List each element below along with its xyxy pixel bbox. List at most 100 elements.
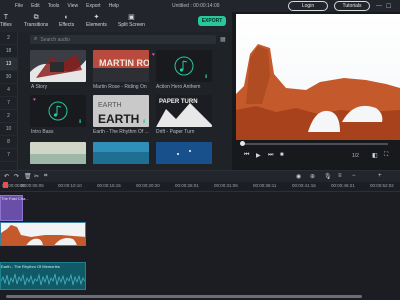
step-back-icon[interactable]: ⏮ xyxy=(244,152,249,159)
category-item[interactable]: 8 xyxy=(0,136,17,149)
stop-icon[interactable]: ■ xyxy=(280,152,284,158)
tab-effects[interactable]: ◐ Effects xyxy=(59,14,74,28)
transitions-icon: ⧉ xyxy=(33,14,39,21)
search-box: ⌕ xyxy=(30,35,216,44)
category-item[interactable]: 4 xyxy=(0,84,17,97)
audio-thumb[interactable] xyxy=(156,142,212,164)
a-story-art xyxy=(30,50,86,82)
timeline-ruler[interactable]: 00:00:00:00 00:00:05:05 00:00:10:10 00:0… xyxy=(0,182,400,192)
category-item[interactable]: 2 xyxy=(0,32,17,45)
category-item[interactable]: 10 xyxy=(0,123,17,136)
minimize-icon[interactable]: — xyxy=(376,3,382,9)
tab-transitions[interactable]: ⧉ Transitions xyxy=(24,14,48,28)
ruler-tick: 00:00:41:16 xyxy=(292,183,316,188)
audio-thumb-a-story[interactable] xyxy=(30,50,86,82)
category-item[interactable]: 2 xyxy=(0,110,17,123)
render-icon[interactable]: ◉ xyxy=(296,173,301,180)
cut-icon[interactable]: ✂ xyxy=(34,173,39,180)
ruler-tick: 00:00:36:11 xyxy=(253,183,277,188)
earth-art: EARTH EARTH xyxy=(93,95,149,127)
category-item[interactable]: 18 xyxy=(0,45,17,58)
audio-thumb[interactable] xyxy=(30,142,86,164)
export-button[interactable]: EXPORT xyxy=(198,16,226,26)
redo-icon[interactable]: ↷ xyxy=(14,173,19,180)
tab-split-screen-label: Split Screen xyxy=(118,22,145,28)
timeline-toolbar: ↶ ↷ 🗑 ✂ ⌗ ◉ ⊕ 🎙 ≡ − + xyxy=(0,170,400,182)
favorite-icon[interactable]: ♥ xyxy=(33,97,38,103)
tutorials-button[interactable]: Tutorials xyxy=(334,1,370,11)
ruler-tick: 00:00:20:20 xyxy=(136,183,160,188)
timeline-scrollbar-thumb[interactable] xyxy=(6,295,362,298)
tab-titles[interactable]: T Titles xyxy=(0,14,12,28)
menu-help[interactable]: Help xyxy=(109,3,119,9)
marker-icon[interactable]: ⊕ xyxy=(310,173,315,180)
audio-thumb-drift[interactable]: PAPER TURN xyxy=(156,95,212,127)
audio-clip-label: Earth - The Rhythm Of Memories xyxy=(1,264,60,269)
audio-thumb-earth[interactable]: EARTH EARTH xyxy=(93,95,149,127)
svg-text:EARTH: EARTH xyxy=(98,102,122,109)
ruler-tick: 00:00:05:05 xyxy=(20,183,44,188)
thumb-art xyxy=(156,142,212,164)
audio-mixer-icon[interactable]: ≡ xyxy=(338,173,342,179)
tab-effects-label: Effects xyxy=(59,22,75,28)
menu-view[interactable]: View xyxy=(67,3,78,9)
menu-bar: File Edit Tools View Export Help Untitle… xyxy=(0,0,400,12)
search-icon: ⌕ xyxy=(34,36,38,42)
delete-icon[interactable]: 🗑 xyxy=(24,173,32,180)
ruler-tick: 00:00:26:01 xyxy=(175,183,199,188)
menu-file[interactable]: File xyxy=(15,3,23,9)
preview-frame xyxy=(236,14,400,140)
preview-playhead[interactable] xyxy=(240,141,245,146)
ruler-tick: 00:00:52:02 xyxy=(370,183,394,188)
download-icon[interactable]: ⬇ xyxy=(142,119,146,125)
maximize-icon[interactable]: ☐ xyxy=(386,3,391,10)
timeline-playhead[interactable] xyxy=(3,182,8,188)
menu-tools[interactable]: Tools xyxy=(48,3,60,9)
category-item[interactable]: 30 xyxy=(0,71,17,84)
title-clip-label: The Fast Cha... xyxy=(1,196,29,201)
svg-text:EARTH: EARTH xyxy=(98,112,139,126)
step-forward-icon[interactable]: ⏭ xyxy=(268,152,273,159)
zoom-out-icon[interactable]: − xyxy=(352,173,356,179)
tab-elements[interactable]: ✦ Elements xyxy=(86,14,107,28)
elements-icon: ✦ xyxy=(93,14,100,21)
zoom-in-icon[interactable]: + xyxy=(378,173,382,179)
category-item[interactable]: 7 xyxy=(0,97,17,110)
undo-icon[interactable]: ↶ xyxy=(4,173,9,180)
tab-split-screen[interactable]: ▣ Split Screen xyxy=(118,14,145,28)
tab-titles-label: Titles xyxy=(0,22,12,28)
download-icon[interactable]: ⬇ xyxy=(78,119,82,125)
page-indicator: 1/2 xyxy=(352,153,359,159)
category-item-selected[interactable]: 13 xyxy=(0,58,17,71)
search-input[interactable] xyxy=(40,36,191,43)
category-gutter: 2 18 13 30 4 7 2 10 8 7 xyxy=(0,32,18,170)
video-clip-filmstrip xyxy=(1,223,85,245)
drift-art: PAPER TURN xyxy=(156,95,212,127)
audio-thumb[interactable] xyxy=(93,142,149,164)
audio-title: Martin Rose - Riding On xyxy=(93,84,147,90)
tab-elements-label: Elements xyxy=(86,22,107,28)
martin-rose-art: MARTIN ROSE xyxy=(93,50,149,82)
audio-title: Intro Bass xyxy=(31,129,54,135)
login-button[interactable]: Login xyxy=(288,1,328,11)
menu-export[interactable]: Export xyxy=(86,3,100,9)
ruler-tick: 00:00:10:10 xyxy=(58,183,82,188)
download-icon[interactable]: ⬇ xyxy=(204,74,208,80)
crop-icon[interactable]: ⌗ xyxy=(44,173,47,180)
grid-view-icon[interactable]: ▦ xyxy=(220,36,226,43)
media-library: ⌕ ▦ A Story MARTIN ROSE ♥ Martin Rose - … xyxy=(18,32,232,170)
category-item[interactable]: 7 xyxy=(0,149,17,162)
fullscreen-icon[interactable]: ⛶ xyxy=(384,152,388,159)
preview-progress-track[interactable] xyxy=(242,143,388,145)
audio-title: Action Hero Anthem xyxy=(156,84,201,90)
tab-transitions-label: Transitions xyxy=(24,22,49,28)
titles-icon: T xyxy=(3,14,9,21)
audio-thumb-martin-rose[interactable]: MARTIN ROSE xyxy=(93,50,149,82)
play-icon[interactable]: ▶ xyxy=(256,152,261,159)
video-clip[interactable] xyxy=(0,222,86,246)
menu-edit[interactable]: Edit xyxy=(31,3,40,9)
voiceover-icon[interactable]: 🎙 xyxy=(324,173,332,180)
svg-text:MARTIN ROSE: MARTIN ROSE xyxy=(99,58,149,68)
thumb-art xyxy=(30,142,86,164)
snapshot-icon[interactable]: ◧ xyxy=(372,152,378,159)
